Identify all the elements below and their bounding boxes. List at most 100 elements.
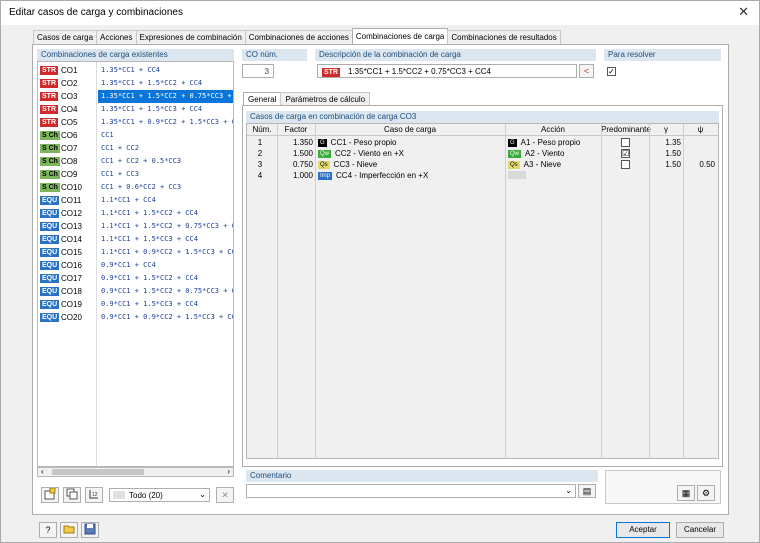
table-export-icon[interactable]: ▦ — [677, 485, 695, 501]
comment-field[interactable]: ⌄ — [246, 484, 576, 498]
predominant-checkbox[interactable]: ☑ — [621, 149, 630, 158]
cell-psi[interactable]: 0.50 — [685, 160, 715, 169]
renumber-icon[interactable]: 12 — [85, 487, 103, 503]
cell-action[interactable]: G A1 - Peso propio — [508, 138, 600, 147]
filter-select[interactable]: Todo (20) ⌄ — [109, 488, 210, 502]
close-icon[interactable]: ✕ — [738, 4, 749, 20]
row-gamma: 1.50 — [665, 149, 681, 158]
cell-factor[interactable]: 1.500 — [277, 149, 313, 158]
row-psi: 0.50 — [699, 160, 715, 169]
tab-combinaciones-resultados[interactable]: Combinaciones de resultados — [447, 30, 561, 44]
cell-factor[interactable]: 1.000 — [277, 171, 313, 180]
title-bar: Editar casos de carga y combinaciones ✕ — [1, 1, 759, 25]
combination-list[interactable]: STR CO1 1.35*CC1 + CC4 STR CO2 1.35*CC1 + 1.5… — [37, 61, 234, 467]
list-item[interactable]: EQU CO11 1.1*CC1 + CC4 — [38, 194, 233, 207]
cell-predominant[interactable] — [621, 160, 631, 171]
col-divider — [601, 124, 602, 458]
list-item[interactable]: STR CO4 1.35*CC1 + 1.5*CC3 + CC4 — [38, 103, 233, 116]
list-item[interactable]: EQU CO20 0.9*CC1 + 0.9*CC2 + 1.5*CC3 + CC4 — [38, 311, 233, 324]
combo-id: CO8 — [61, 157, 78, 166]
combo-type-tag: EQU — [40, 313, 60, 322]
scroll-thumb[interactable] — [52, 469, 144, 475]
col-divider — [649, 124, 650, 458]
description-field[interactable]: STR 1.35*CC1 + 1.5*CC2 + 0.75*CC3 + CC4 — [317, 64, 577, 78]
description-list-icon[interactable]: < — [579, 64, 594, 78]
help-icon[interactable]: ? — [39, 522, 57, 538]
chevron-down-icon: ⌄ — [565, 486, 572, 495]
tab-casos-de-carga[interactable]: Casos de carga — [33, 30, 98, 44]
scroll-right-icon[interactable]: › — [227, 467, 230, 476]
cell-gamma[interactable]: 1.35 — [651, 138, 681, 147]
combo-id: CO14 — [61, 235, 82, 244]
description-label: Descripción de la combinación de carga — [315, 49, 596, 61]
filter-color-swatch — [113, 491, 125, 499]
cell-num[interactable]: 3 — [247, 160, 273, 169]
cell-action[interactable] — [508, 171, 600, 181]
combo-formula: 1.35*CC1 + 1.5*CC2 + 0.75*CC3 + CC4 — [98, 90, 233, 103]
list-horizontal-scrollbar[interactable]: ‹ › — [37, 467, 234, 477]
list-item[interactable]: S Ch CO9 CC1 + CC3 — [38, 168, 233, 181]
list-item[interactable]: S Ch CO10 CC1 + 0.6*CC2 + CC3 — [38, 181, 233, 194]
tab-acciones[interactable]: Acciones — [96, 30, 137, 44]
list-item[interactable]: EQU CO15 1.1*CC1 + 0.9*CC2 + 1.5*CC3 + CC4 — [38, 246, 233, 259]
list-item[interactable]: EQU CO13 1.1*CC1 + 1.5*CC2 + 0.75*CC3 + CC… — [38, 220, 233, 233]
copy-combination-icon[interactable] — [63, 487, 81, 503]
combo-id: CO5 — [61, 118, 78, 127]
list-item[interactable]: S Ch CO6 CC1 — [38, 129, 233, 142]
load-cases-table[interactable]: Núm. Factor Caso de carga Acción Predomi… — [246, 123, 719, 459]
cell-predominant[interactable]: ☑ — [621, 149, 631, 158]
list-item[interactable]: S Ch CO7 CC1 + CC2 — [38, 142, 233, 155]
to-solve-checkbox[interactable]: ✓ — [607, 67, 616, 76]
cell-load-case[interactable]: Qw CC2 - Viento en +X — [318, 149, 503, 158]
combo-type-tag: STR — [40, 105, 58, 114]
open-icon[interactable] — [60, 522, 78, 538]
list-item[interactable]: EQU CO14 1.1*CC1 + 1.5*CC3 + CC4 — [38, 233, 233, 246]
list-item[interactable]: EQU CO16 0.9*CC1 + CC4 — [38, 259, 233, 272]
combo-type-tag: EQU — [40, 222, 60, 231]
subtab-general[interactable]: General — [243, 92, 282, 105]
cell-factor[interactable]: 1.350 — [277, 138, 313, 147]
cell-load-case[interactable]: Imp CC4 - Imperfección en +X — [318, 171, 503, 180]
list-item[interactable]: EQU CO12 1.1*CC1 + 1.5*CC2 + CC4 — [38, 207, 233, 220]
svg-text:12: 12 — [92, 492, 98, 498]
delete-icon[interactable]: ✕ — [216, 487, 234, 503]
cell-num[interactable]: 4 — [247, 171, 273, 180]
list-item[interactable]: STR CO3 1.35*CC1 + 1.5*CC2 + 0.75*CC3 + CC… — [38, 90, 233, 103]
load-case-name: CC2 - Viento en +X — [335, 149, 405, 158]
cell-num[interactable]: 2 — [247, 149, 273, 158]
list-item[interactable]: STR CO1 1.35*CC1 + CC4 — [38, 64, 233, 77]
list-item[interactable]: EQU CO19 0.9*CC1 + 1.5*CC3 + CC4 — [38, 298, 233, 311]
list-item[interactable]: STR CO2 1.35*CC1 + 1.5*CC2 + CC4 — [38, 77, 233, 90]
cell-predominant[interactable] — [621, 138, 631, 149]
co-number-field[interactable]: 3 — [242, 64, 274, 78]
cell-gamma[interactable]: 1.50 — [651, 149, 681, 158]
tab-combinaciones-acciones[interactable]: Combinaciones de acciones — [244, 30, 353, 44]
cell-load-case[interactable]: Qs CC3 - Nieve — [318, 160, 503, 169]
tab-combinaciones-carga[interactable]: Combinaciones de carga — [351, 28, 449, 44]
cell-factor[interactable]: 0.750 — [277, 160, 313, 169]
table-settings-icon[interactable]: ⚙ — [697, 485, 715, 501]
cell-load-case[interactable]: G CC1 - Peso propio — [318, 138, 503, 147]
list-item[interactable]: STR CO5 1.35*CC1 + 0.9*CC2 + 1.5*CC3 + CC4 — [38, 116, 233, 129]
comment-library-icon[interactable]: ▤ — [578, 484, 596, 498]
col-gamma: γ — [664, 125, 668, 134]
new-combination-icon[interactable] — [41, 487, 59, 503]
tab-expresiones[interactable]: Expresiones de combinación — [135, 30, 246, 44]
list-item[interactable]: S Ch CO8 CC1 + CC2 + 0.5*CC3 — [38, 155, 233, 168]
cell-gamma[interactable]: 1.50 — [651, 160, 681, 169]
scroll-left-icon[interactable]: ‹ — [41, 467, 44, 476]
row-factor: 1.350 — [292, 138, 313, 147]
subtab-parametros[interactable]: Parámetros de cálculo — [280, 92, 371, 105]
cancel-button[interactable]: Cancelar — [676, 522, 724, 538]
predominant-checkbox[interactable] — [621, 138, 630, 147]
save-icon[interactable] — [81, 522, 99, 538]
combo-id: CO19 — [61, 300, 82, 309]
cell-num[interactable]: 1 — [247, 138, 273, 147]
cell-action[interactable]: Qs A3 - Nieve — [508, 160, 600, 169]
accept-button[interactable]: Aceptar — [616, 522, 670, 538]
list-item[interactable]: EQU CO17 0.9*CC1 + 1.5*CC2 + CC4 — [38, 272, 233, 285]
load-type-badge: G — [318, 139, 327, 147]
list-item[interactable]: EQU CO18 0.9*CC1 + 1.5*CC2 + 0.75*CC3 + CC… — [38, 285, 233, 298]
cell-action[interactable]: Qw A2 - Viento — [508, 149, 600, 158]
predominant-checkbox[interactable] — [621, 160, 630, 169]
